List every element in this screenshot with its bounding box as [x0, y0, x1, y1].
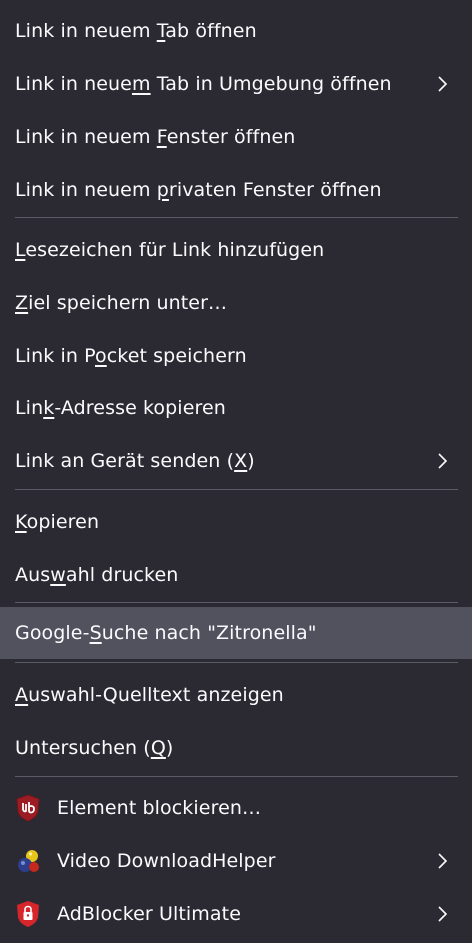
adblocker-ultimate-icon [17, 901, 39, 927]
menu-item-copy[interactable]: Kopieren [0, 498, 472, 546]
menu-item-label: Link in neuem Tab in Umgebung öffnen [15, 73, 392, 95]
menu-separator [15, 489, 458, 490]
menu-item-search-google[interactable]: Google-Suche nach "Zitronella" [0, 607, 472, 659]
chevron-right-icon [438, 906, 448, 922]
video-downloadhelper-icon [18, 850, 39, 872]
menu-item-label: Link in neuem privaten Fenster öffnen [15, 179, 382, 201]
menu-separator [15, 217, 458, 218]
menu-item-label: Link in Pocket speichern [15, 345, 247, 367]
menu-item-save-to-pocket[interactable]: Link in Pocket speichern [0, 332, 472, 380]
menu-item-open-link-new-tab[interactable]: Link in neuem Tab öffnen [0, 7, 472, 55]
menu-separator [15, 602, 458, 603]
menu-item-adblocker-ultimate[interactable]: AdBlocker Ultimate [0, 890, 472, 938]
menu-item-label: Google-Suche nach "Zitronella" [15, 622, 317, 644]
chevron-right-icon [438, 76, 448, 92]
context-menu: Link in neuem Tab öffnen Link in neuem T… [0, 0, 472, 943]
menu-item-open-link-new-container-tab[interactable]: Link in neuem Tab in Umgebung öffnen [0, 60, 472, 108]
menu-item-video-downloadhelper[interactable]: Video DownloadHelper [0, 837, 472, 885]
menu-item-open-link-new-window[interactable]: Link in neuem Fenster öffnen [0, 113, 472, 161]
menu-item-label: AdBlocker Ultimate [57, 903, 241, 925]
menu-item-label: Element blockieren… [57, 797, 262, 819]
menu-separator [15, 662, 458, 663]
menu-item-send-link-to-device[interactable]: Link an Gerät senden (X) [0, 437, 472, 485]
menu-item-save-link-as[interactable]: Ziel speichern unter… [0, 279, 472, 327]
menu-item-bookmark-link[interactable]: Lesezeichen für Link hinzufügen [0, 226, 472, 274]
menu-item-label: Auswahl drucken [15, 564, 179, 586]
menu-item-label: Link-Adresse kopieren [15, 397, 226, 419]
menu-item-print-selection[interactable]: Auswahl drucken [0, 551, 472, 599]
chevron-right-icon [438, 853, 448, 869]
menu-item-label: Video DownloadHelper [57, 850, 276, 872]
menu-item-label: Link in neuem Fenster öffnen [15, 126, 296, 148]
menu-item-ublock-block-element[interactable]: Element blockieren… [0, 784, 472, 832]
menu-item-label: Untersuchen (Q) [15, 737, 174, 759]
ublock-origin-icon [16, 794, 40, 822]
menu-item-inspect[interactable]: Untersuchen (Q) [0, 724, 472, 772]
menu-item-view-selection-source[interactable]: Auswahl-Quelltext anzeigen [0, 671, 472, 719]
menu-item-open-link-private-window[interactable]: Link in neuem privaten Fenster öffnen [0, 166, 472, 214]
chevron-right-icon [438, 453, 448, 469]
menu-item-label: Link in neuem Tab öffnen [15, 20, 257, 42]
menu-item-copy-link[interactable]: Link-Adresse kopieren [0, 384, 472, 432]
menu-item-label: Link an Gerät senden (X) [15, 450, 255, 472]
menu-item-label: Kopieren [15, 511, 100, 533]
menu-item-label: Lesezeichen für Link hinzufügen [15, 239, 325, 261]
menu-item-label: Ziel speichern unter… [15, 292, 228, 314]
menu-separator [15, 776, 458, 777]
menu-item-label: Auswahl-Quelltext anzeigen [15, 684, 284, 706]
